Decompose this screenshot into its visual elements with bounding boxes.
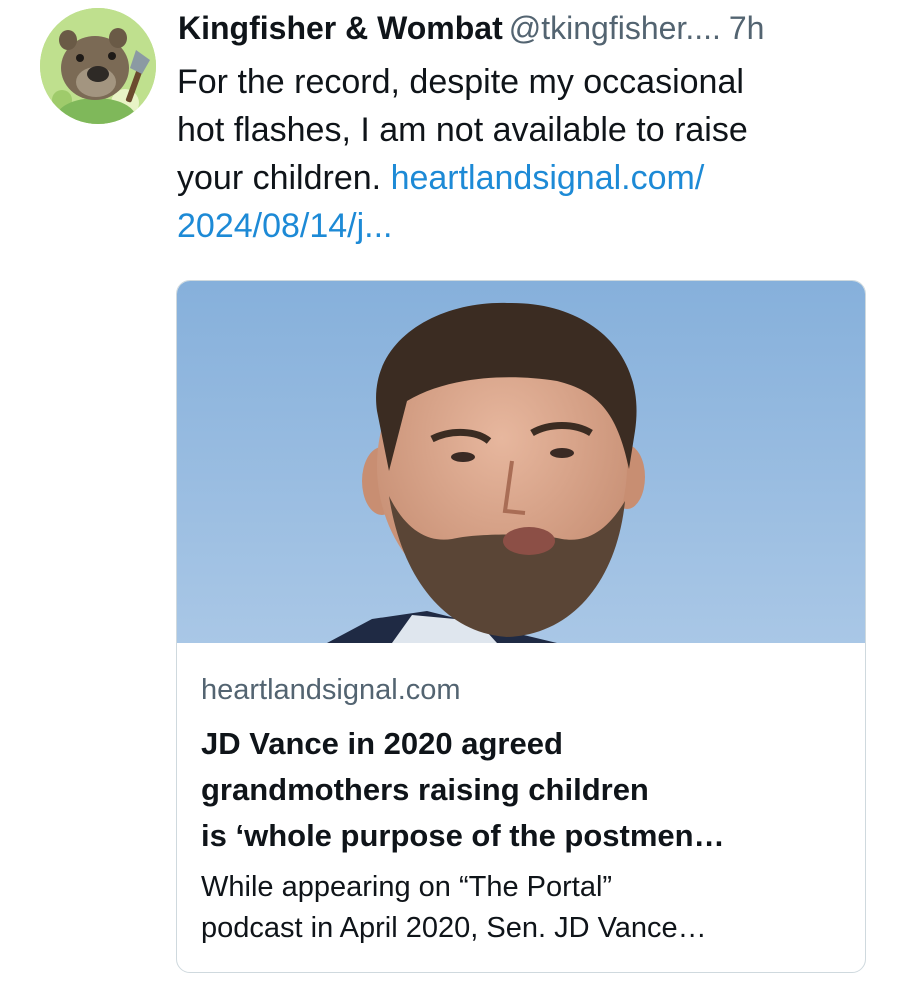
link-preview-card[interactable]: heartlandsignal.com JD Vance in 2020 agr… (176, 280, 866, 973)
timestamp[interactable]: 7h (729, 10, 765, 46)
handle[interactable]: @tkingfisher.... (509, 10, 721, 46)
tweet-header: Kingfisher & Wombat @tkingfisher.... 7h (178, 6, 878, 50)
tweet-text: For the record, despite my occasional ho… (177, 58, 867, 250)
tweet-text-segment: your children. (177, 159, 382, 197)
card-title-line: grandmothers raising children (201, 772, 649, 807)
tweet[interactable]: Kingfisher & Wombat @tkingfisher.... 7h Fo… (0, 0, 901, 1000)
tweet-text-line: hot flashes, I am not available to raise (177, 111, 748, 149)
wombat-avatar-icon (40, 8, 156, 124)
tweet-text-line: your children. heartlandsignal.com/ (177, 154, 867, 202)
card-domain: heartlandsignal.com (201, 674, 461, 706)
card-meta: heartlandsignal.com JD Vance in 2020 agr… (201, 671, 841, 949)
card-description-line: podcast in April 2020, Sen. JD Vance… (201, 912, 707, 944)
man-photo (177, 281, 865, 643)
card-title[interactable]: JD Vance in 2020 agreed grandmothers rai… (201, 721, 841, 859)
card-title-line: is ‘whole purpose of the postmen… (201, 818, 725, 853)
display-name[interactable]: Kingfisher & Wombat (178, 10, 503, 46)
card-title-line: JD Vance in 2020 agreed (201, 726, 563, 761)
article-link[interactable]: heartlandsignal.com/ (391, 159, 705, 197)
card-description: While appearing on “The Portal” podcast … (201, 867, 841, 949)
card-description-line: While appearing on “The Portal” (201, 871, 613, 903)
card-image[interactable] (177, 281, 865, 643)
article-link-continued[interactable]: 2024/08/14/j... (177, 202, 867, 250)
tweet-text-line: For the record, despite my occasional (177, 63, 744, 101)
author-avatar[interactable] (40, 8, 156, 124)
